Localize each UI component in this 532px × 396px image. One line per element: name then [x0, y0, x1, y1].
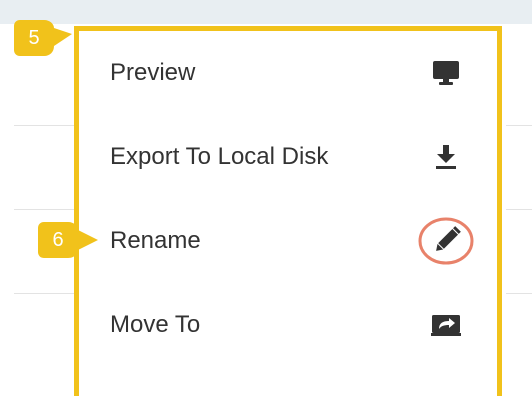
step-badge-5: 5: [14, 20, 72, 56]
move-folder-icon: [431, 313, 461, 337]
row-divider: [506, 125, 532, 126]
download-icon: [435, 144, 457, 170]
menu-item-label: Preview: [110, 59, 196, 86]
row-divider: [506, 209, 532, 210]
step-badge-6: 6: [38, 222, 98, 258]
menu-item-move-to[interactable]: Move To: [79, 283, 497, 367]
menu-item-preview[interactable]: Preview: [79, 31, 497, 115]
row-divider: [14, 209, 74, 210]
row-divider: [14, 125, 74, 126]
row-divider: [14, 293, 74, 294]
monitor-icon: [432, 60, 460, 86]
app-header-bar: [0, 0, 532, 24]
pencil-icon: [416, 216, 476, 266]
step-number: 6: [52, 229, 64, 251]
menu-item-label: Export To Local Disk: [110, 143, 329, 170]
step-number: 5: [28, 27, 40, 49]
menu-item-export[interactable]: Export To Local Disk: [79, 115, 497, 199]
menu-item-label: Rename: [110, 227, 201, 254]
row-divider: [506, 293, 532, 294]
file-context-menu: Preview Export To Local Disk Rename Move…: [74, 26, 502, 396]
menu-item-rename[interactable]: Rename: [79, 199, 497, 283]
menu-item-label: Move To: [110, 311, 201, 338]
